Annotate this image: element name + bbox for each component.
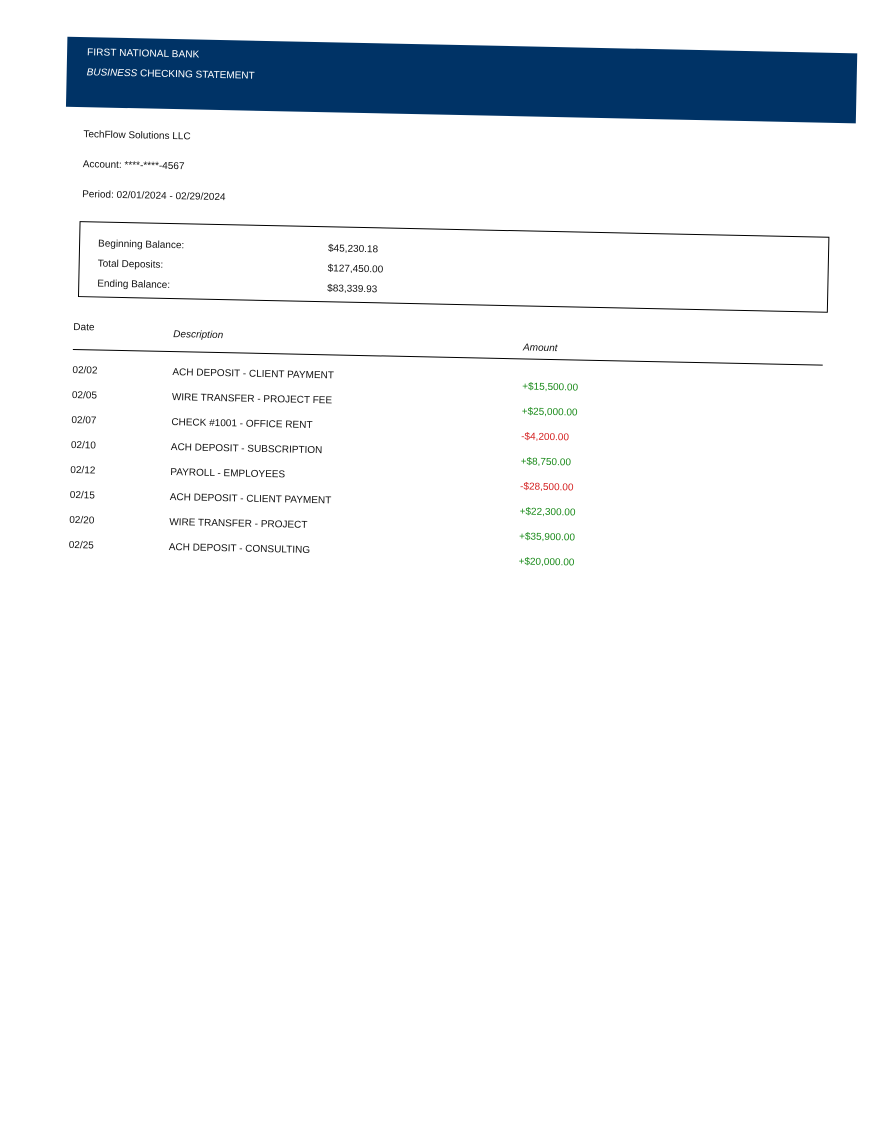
header-divider [72,348,823,366]
ending-balance-value: $83,339.93 [327,283,378,296]
transaction-amount: +$35,900.00 [518,531,576,544]
transaction-date: 02/20 [69,514,95,527]
bank-name: FIRST NATIONAL BANK [86,47,200,61]
transaction-date: 02/12 [70,464,96,477]
beginning-balance-value: $45,230.18 [327,243,379,256]
statement-title: BUSINESS CHECKING STATEMENT [87,67,255,82]
transaction-amount: +$15,500.00 [522,381,579,394]
total-deposits-value: $127,450.00 [327,263,384,276]
transaction-description: ACH DEPOSIT - CLIENT PAYMENT [172,367,335,382]
account-holder: TechFlow Solutions LLC [83,129,191,143]
transaction-description: ACH DEPOSIT - CONSULTING [168,542,311,556]
statement-period: Period: 02/01/2024 - 02/29/2024 [82,189,226,204]
transaction-date: 02/15 [69,489,95,502]
transaction-description: ACH DEPOSIT - SUBSCRIPTION [170,442,323,457]
transaction-date: 02/25 [68,539,94,552]
transaction-description: PAYROLL - EMPLOYEES [170,467,286,481]
transaction-date: 02/07 [71,414,97,427]
ending-balance-label: Ending Balance: [97,278,171,291]
statement-title-rest: CHECKING STATEMENT [137,68,255,82]
transaction-description: CHECK #1001 - OFFICE RENT [171,417,313,432]
total-deposits-label: Total Deposits: [97,258,164,271]
account-number: Account: ****-****-4567 [82,159,185,173]
beginning-balance-label: Beginning Balance: [97,238,185,252]
transaction-description: ACH DEPOSIT - CLIENT PAYMENT [169,492,332,507]
column-header-description: Description [173,329,224,342]
transaction-list: 02/02 ACH DEPOSIT - CLIENT PAYMENT +$15,… [6,0,884,569]
transaction-amount: -$28,500.00 [519,481,574,494]
transaction-description: WIRE TRANSFER - PROJECT [169,517,308,531]
transaction-date: 02/10 [70,439,97,452]
statement-document: FIRST NATIONAL BANK BUSINESS CHECKING ST… [0,0,884,1135]
transaction-amount: -$4,200.00 [521,431,570,444]
column-header-date: Date [73,321,95,334]
balance-summary: Beginning Balance: $45,230.18 Total Depo… [77,221,830,313]
transaction-amount: +$25,000.00 [521,406,578,419]
statement-header: FIRST NATIONAL BANK BUSINESS CHECKING ST… [65,36,858,124]
transaction-amount: +$8,750.00 [520,456,572,469]
statement-title-italic: BUSINESS [86,67,138,80]
transaction-description: WIRE TRANSFER - PROJECT FEE [171,392,333,407]
transaction-date: 02/02 [72,364,98,377]
transaction-date: 02/05 [71,389,98,402]
transaction-amount: +$20,000.00 [518,556,575,569]
column-header-amount: Amount [522,342,558,355]
transaction-amount: +$22,300.00 [519,506,576,519]
